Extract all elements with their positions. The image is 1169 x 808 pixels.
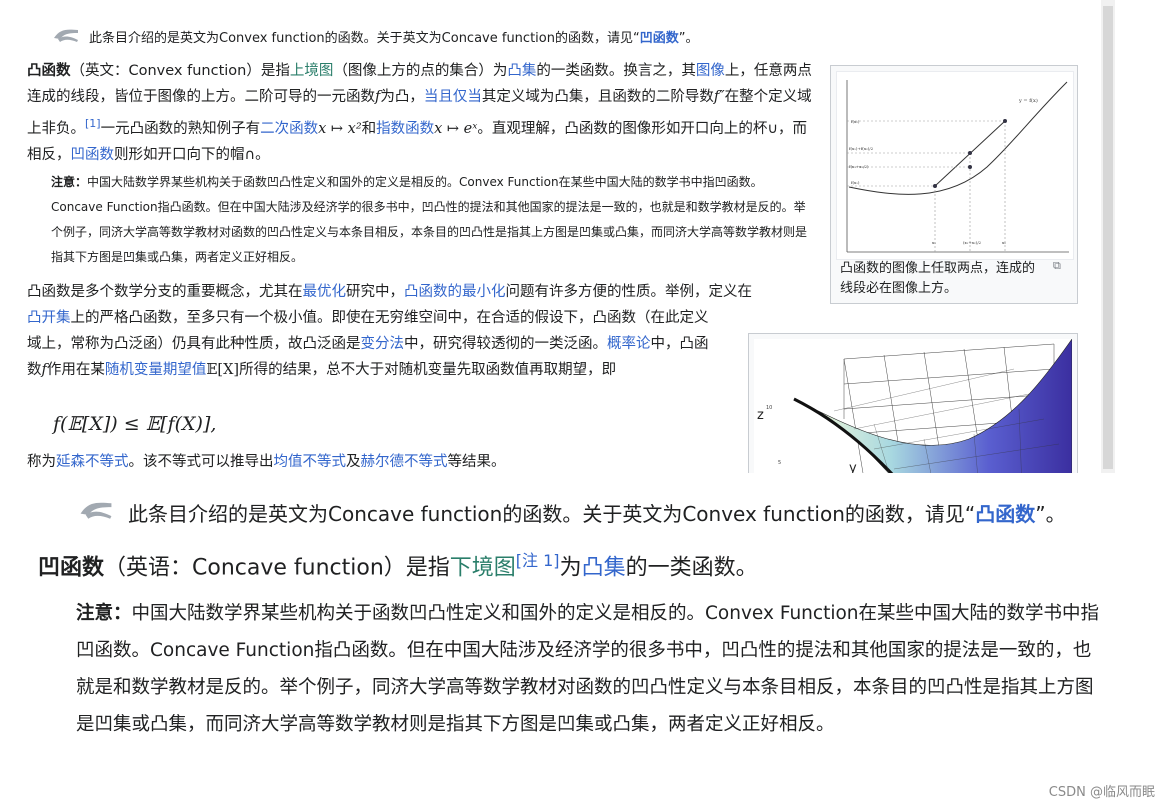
- link-optimization[interactable]: 最优化: [303, 284, 347, 300]
- note-block: 注意：中国大陆数学界某些机构关于函数凹凸性定义和国外的定义是相反的。Convex…: [51, 175, 808, 264]
- scrollbar-thumb[interactable]: [1103, 6, 1113, 469]
- optimization-paragraph-cont: 凸开集上的严格凸函数，至多只有一个极小值。即使在无穷维空间中，在合适的假设下，凸…: [27, 310, 709, 378]
- ref-note-1[interactable]: [注 1]: [516, 551, 560, 570]
- link-convex-minimization[interactable]: 凸函数的最小化: [404, 284, 506, 300]
- svg-text:x₁: x₁: [932, 240, 936, 245]
- svg-text:5: 5: [778, 460, 781, 466]
- convex-surface-svg: z 10 5 y: [757, 339, 1072, 473]
- link-open-convex-set[interactable]: 凸开集: [27, 310, 71, 326]
- note-block-large: 注意：中国大陆数学界某些机构关于函数凹凸性定义和国外的定义是相反的。Convex…: [76, 603, 1100, 735]
- link-hypograph[interactable]: 下境图: [450, 555, 516, 580]
- figure-caption: 凸函数的图像上任取两点，连成的线段必在图像上方。: [840, 261, 1036, 296]
- link-convex-set-2[interactable]: 凸集: [582, 555, 626, 580]
- ref-1[interactable]: [1]: [85, 117, 101, 130]
- disambiguation-icon: [54, 29, 78, 42]
- jensen-paragraph: 称为延森不等式。该不等式可以推导出均值不等式及赫尔德不等式等结果。: [27, 454, 506, 470]
- svg-text:f(x₁+x₂/2): f(x₁+x₂/2): [849, 164, 869, 169]
- concave-lead: 凹函数（英语：Concave function）是指下境图[注 1]为凸集的一类…: [38, 551, 758, 581]
- link-exponential[interactable]: 指数函数: [376, 121, 434, 137]
- hatnote: 此条目介绍的是英文为Convex function的函数。关于英文为Concav…: [89, 31, 699, 46]
- axis-z-label: z: [757, 408, 764, 423]
- link-graph[interactable]: 图像: [696, 63, 725, 79]
- link-quadratic[interactable]: 二次函数: [260, 121, 318, 137]
- svg-text:f(x₁): f(x₁): [851, 180, 860, 185]
- curve-label: y = f(x): [1018, 97, 1038, 104]
- lead-paragraph: 凸函数（英文：Convex function）是指上境图（图像上方的点的集合）为…: [27, 63, 812, 163]
- jensen-formula: f(𝔼[X]) ≤ 𝔼[f(X)],: [53, 413, 217, 435]
- link-holder[interactable]: 赫尔德不等式: [361, 454, 448, 470]
- disambiguation-icon-large: [80, 502, 112, 519]
- convex-graph-svg: y = f(x) f(x₂) f(x₁)+f(x₂)/2 f(x₁+x₂/2) …: [846, 80, 1069, 253]
- enlarge-icon[interactable]: ⧉: [1053, 259, 1061, 273]
- concave-article-panel: 此条目介绍的是英文为Concave function的函数。关于英文为Conve…: [0, 473, 1169, 808]
- link-iff[interactable]: 当且仅当: [424, 89, 482, 105]
- convex-surface-image[interactable]: z 10 5 y: [754, 339, 1072, 473]
- term-concave: 凹函数: [38, 555, 105, 581]
- convex-article-panel: 此条目介绍的是英文为Convex function的函数。关于英文为Concav…: [0, 0, 1116, 473]
- link-calculus-of-variations[interactable]: 变分法: [361, 336, 405, 352]
- svg-text:f(x₂): f(x₂): [851, 119, 860, 124]
- convex-surface-figure: z 10 5 y: [748, 333, 1078, 473]
- scrollbar[interactable]: [1101, 0, 1115, 473]
- link-probability[interactable]: 概率论: [607, 336, 651, 352]
- link-expected-value[interactable]: 随机变量期望值: [105, 362, 207, 378]
- link-mean-inequality[interactable]: 均值不等式: [274, 454, 347, 470]
- hatnote-link-concave[interactable]: 凹函数: [640, 31, 679, 46]
- hatnote-link-convex[interactable]: 凸函数: [975, 502, 1035, 526]
- link-concave[interactable]: 凹函数: [71, 147, 115, 163]
- axis-y-label: y: [849, 461, 857, 473]
- watermark: CSDN @临风而眠: [1048, 785, 1155, 800]
- link-epigraph[interactable]: 上境图: [290, 63, 334, 79]
- link-jensen[interactable]: 延森不等式: [56, 454, 129, 470]
- convex-graph-figure: y = f(x) f(x₂) f(x₁)+f(x₂)/2 f(x₁+x₂/2) …: [830, 65, 1078, 304]
- svg-text:x₂: x₂: [1002, 240, 1006, 245]
- hatnote-concave: 此条目介绍的是英文为Concave function的函数。关于英文为Conve…: [128, 502, 1066, 526]
- svg-text:(x₁+x₂)/2: (x₁+x₂)/2: [963, 240, 982, 245]
- svg-text:f(x₁)+f(x₂)/2: f(x₁)+f(x₂)/2: [849, 146, 874, 151]
- optimization-paragraph: 凸函数是多个数学分支的重要概念，尤其在最优化研究中，凸函数的最小化问题有许多方便…: [27, 284, 752, 300]
- convex-graph-image[interactable]: y = f(x) f(x₂) f(x₁)+f(x₂)/2 f(x₁+x₂/2) …: [836, 71, 1074, 260]
- svg-text:10: 10: [766, 405, 772, 411]
- link-convex-set[interactable]: 凸集: [507, 63, 536, 79]
- term-convex: 凸函数: [27, 63, 71, 79]
